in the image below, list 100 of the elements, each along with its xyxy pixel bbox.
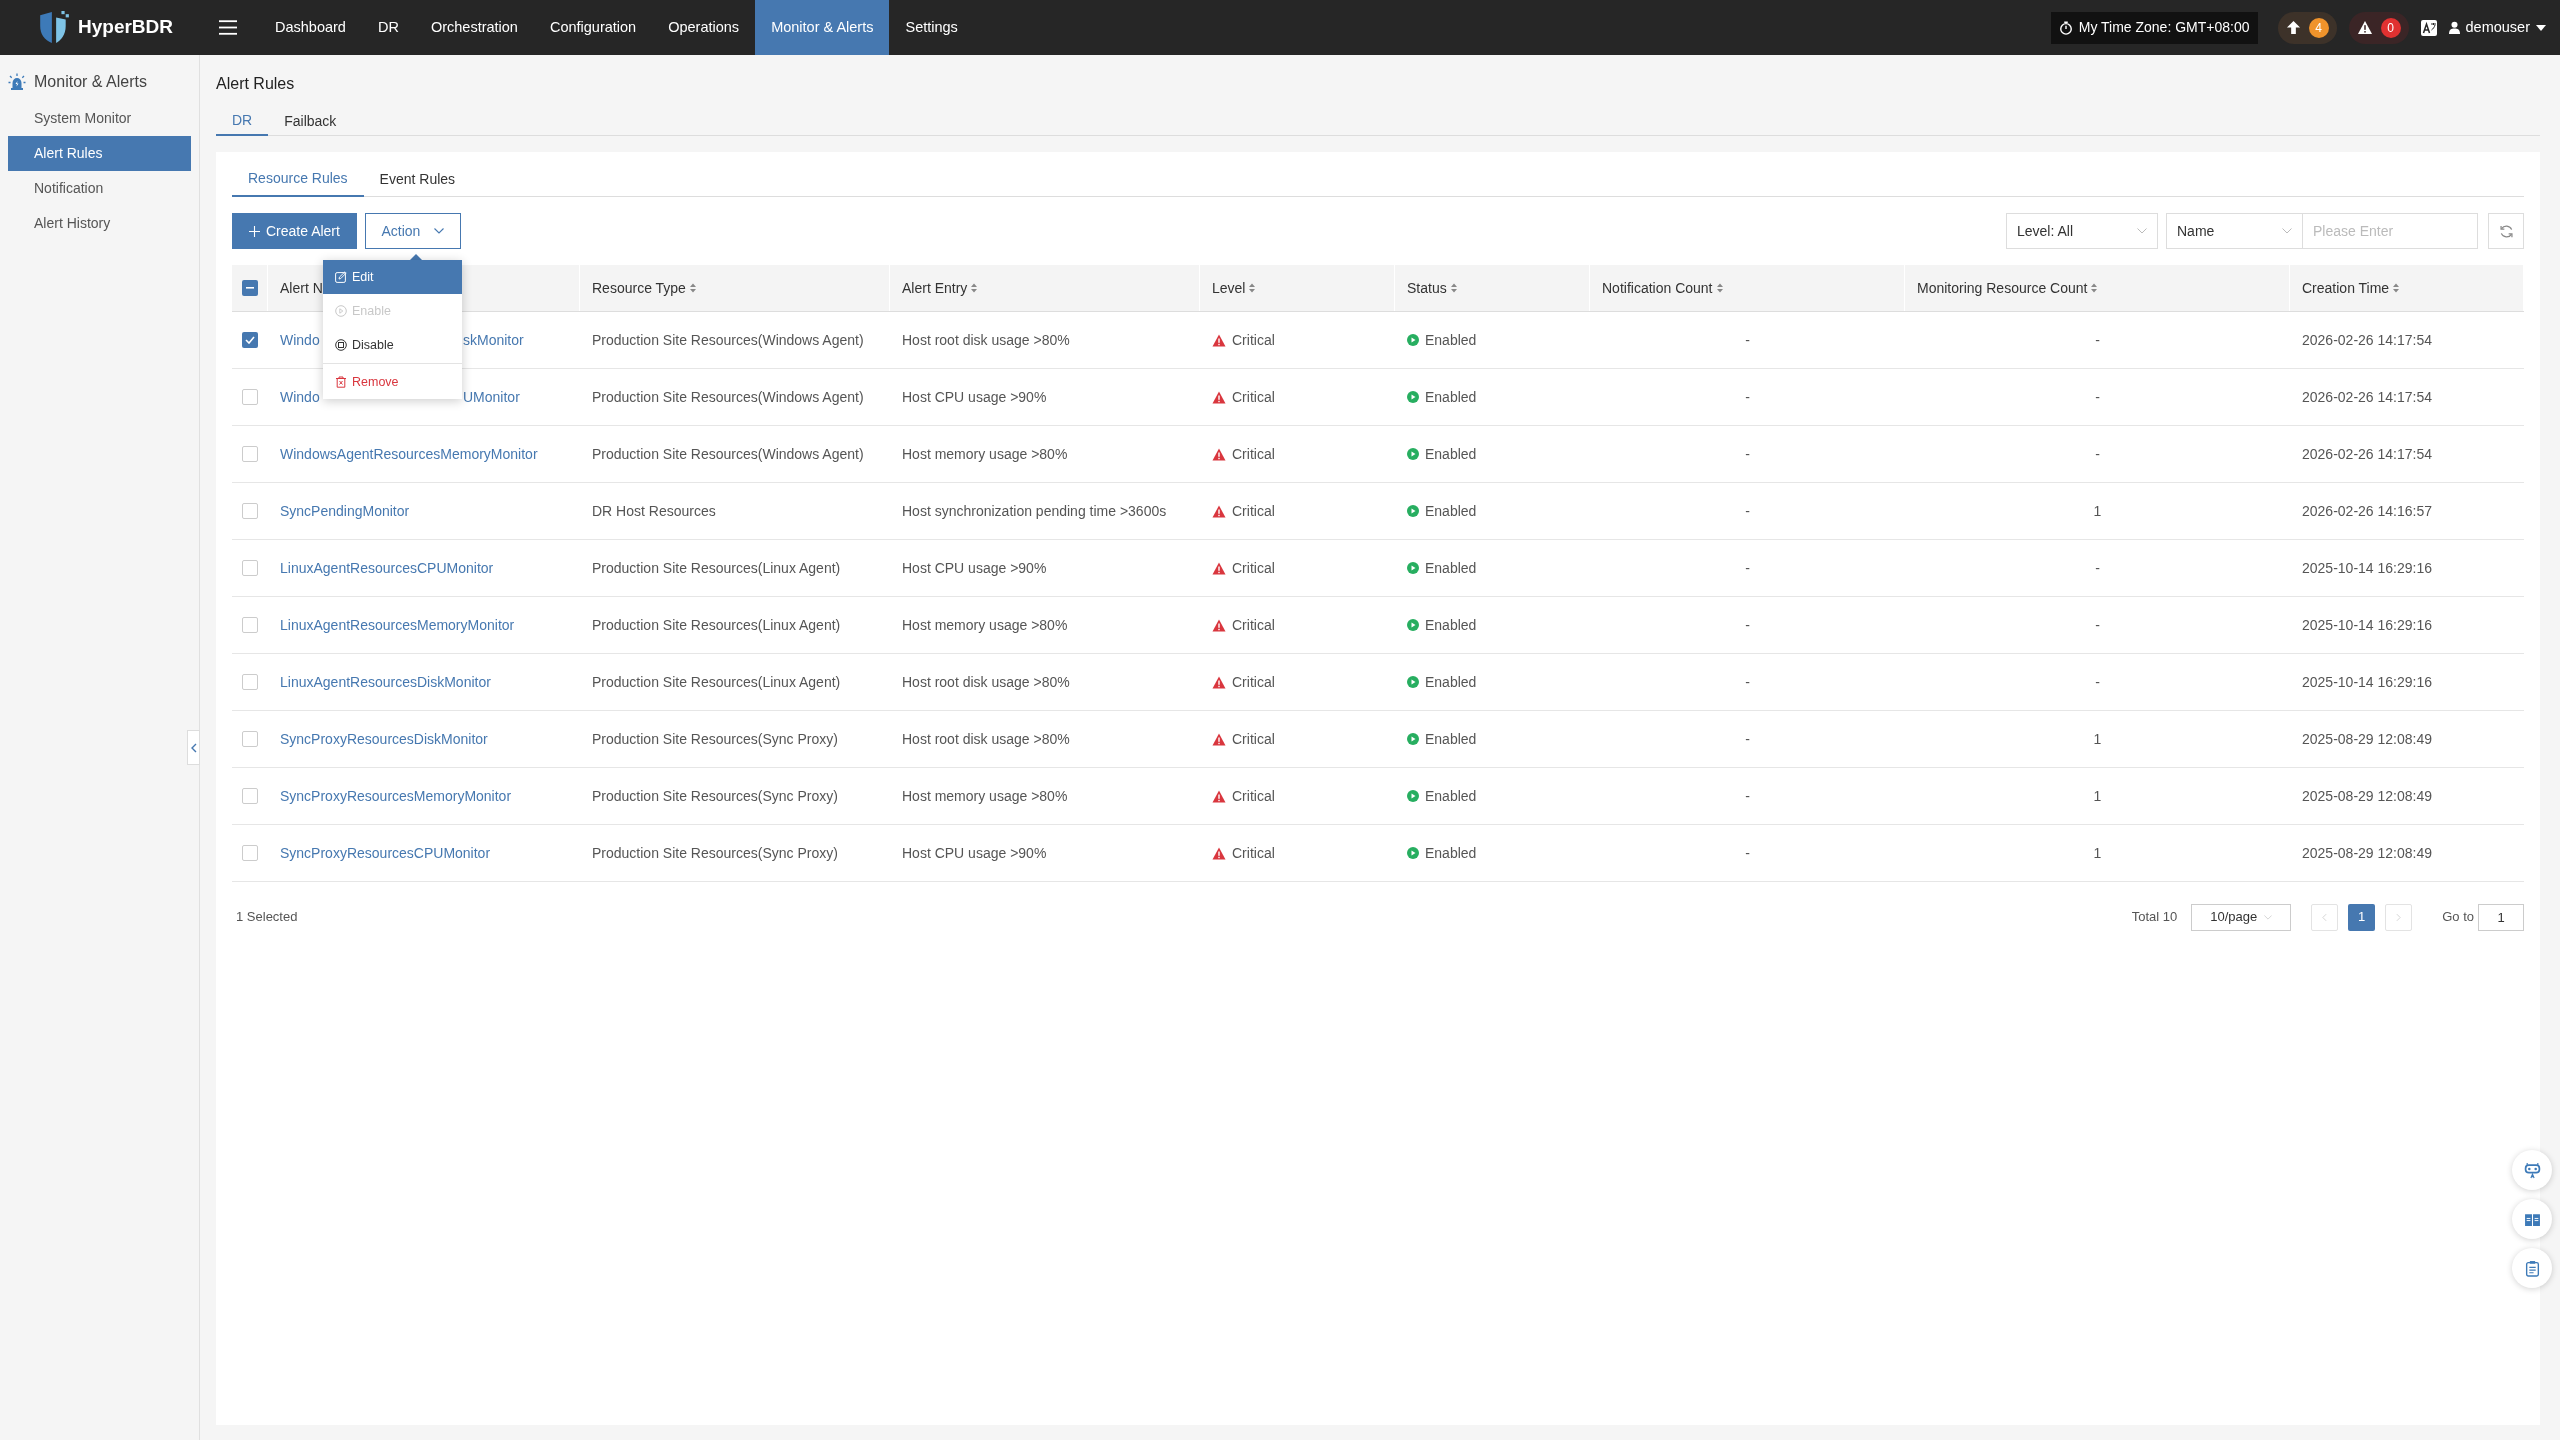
checkbox[interactable] xyxy=(242,332,258,348)
notes-button[interactable] xyxy=(2512,1248,2552,1288)
checkbox[interactable] xyxy=(242,674,258,690)
table-cell-text: 2026-02-26 14:17:54 xyxy=(2301,330,2433,350)
table-cell-text: Host CPU usage >90% xyxy=(901,843,1048,863)
tab[interactable]: DR xyxy=(216,106,269,136)
rule-name-link[interactable]: LinuxAgentResourcesCPUMonitor xyxy=(280,557,494,579)
play-status-icon xyxy=(1407,733,1419,745)
table-cell-text: 1 xyxy=(2093,729,2102,749)
language-icon[interactable] xyxy=(2420,19,2437,36)
search-field[interactable]: Please Enter xyxy=(2303,213,2478,249)
column-header[interactable]: Status xyxy=(1407,277,1447,299)
level-filter-select[interactable]: Level: All xyxy=(2006,213,2158,249)
menu-item[interactable]: Remove xyxy=(323,365,462,399)
column-header[interactable]: Level xyxy=(1212,277,1246,299)
chevron-right-icon xyxy=(2396,912,2402,922)
sidebar-item[interactable]: Notification xyxy=(8,171,191,206)
rule-name-link[interactable]: WindowsAgentResourcesMemoryMonitor xyxy=(280,443,538,465)
warning-icon xyxy=(1212,732,1226,746)
play-status-icon xyxy=(1407,562,1419,574)
table-cell-text: Host synchronization pending time >3600s xyxy=(901,501,1168,521)
menu-item[interactable]: Disable xyxy=(323,328,462,362)
checkbox[interactable] xyxy=(242,389,258,405)
sidebar-item[interactable]: Alert Rules xyxy=(8,136,191,171)
chevron-left-icon xyxy=(2322,912,2328,922)
column-header[interactable]: Notification Count xyxy=(1602,277,1713,299)
column-header[interactable]: Monitoring Resource Count xyxy=(1917,277,2088,299)
table-cell-text: Production Site Resources(Linux Agent) xyxy=(591,672,842,692)
table-cell-text: - xyxy=(1745,558,1750,578)
create-alert-button[interactable]: Create Alert xyxy=(232,213,357,249)
tab[interactable]: Resource Rules xyxy=(232,162,364,197)
page-number-field[interactable]: 1 xyxy=(2478,903,2524,931)
page-size-select[interactable]: 10/page xyxy=(2191,903,2292,931)
page-button[interactable]: 1 xyxy=(2348,903,2376,931)
user-menu[interactable]: demouser xyxy=(2448,16,2546,39)
chevron-down-icon xyxy=(2264,914,2273,920)
tab[interactable]: Event Rules xyxy=(363,162,472,197)
sidebar-item[interactable]: Alert History xyxy=(8,206,191,241)
username: demouser xyxy=(2465,17,2530,37)
siren-icon xyxy=(8,73,26,91)
checkbox[interactable] xyxy=(242,560,258,576)
field-select[interactable]: Name xyxy=(2166,213,2303,249)
refresh-button[interactable] xyxy=(2488,213,2524,249)
warning-icon xyxy=(1212,504,1226,518)
collapse-handle[interactable] xyxy=(187,730,200,765)
nav-tab[interactable]: Orchestration xyxy=(414,0,534,55)
nav-tab[interactable]: Operations xyxy=(652,0,756,55)
menu-item[interactable]: Edit xyxy=(323,260,462,294)
action-button[interactable]: Action xyxy=(364,213,461,249)
sort-icon[interactable] xyxy=(2091,283,2098,293)
table-cell-text: - xyxy=(2095,558,2100,578)
checkbox[interactable] xyxy=(242,617,258,633)
time-zone-display[interactable]: My Time Zone: GMT+08:00 xyxy=(2050,11,2258,44)
tab[interactable]: Failback xyxy=(268,106,353,136)
menu-icon[interactable] xyxy=(219,20,237,35)
assistant-button[interactable] xyxy=(2512,1150,2552,1190)
checkbox[interactable] xyxy=(242,788,258,804)
rule-name-link[interactable]: SyncProxyResourcesDiskMonitor xyxy=(280,728,488,750)
alert-status-button[interactable]: 0 xyxy=(2348,11,2409,44)
table-cell-text: Production Site Resources(Linux Agent) xyxy=(591,615,842,635)
table-cell-text: 2025-10-14 16:29:16 xyxy=(2301,615,2433,635)
sort-icon[interactable] xyxy=(1450,283,1457,293)
nav-tab[interactable]: Monitor & Alerts xyxy=(755,0,890,55)
play-status-icon xyxy=(1407,505,1419,517)
level-label: Critical xyxy=(1232,615,1275,635)
rule-name-link[interactable]: UMonitor xyxy=(463,386,520,408)
table-cell-text: 1 xyxy=(2093,786,2102,806)
column-header[interactable]: Alert Entry xyxy=(902,277,968,299)
level-label: Critical xyxy=(1232,843,1275,863)
column-header[interactable]: Alert N xyxy=(280,277,323,299)
checkbox[interactable] xyxy=(242,731,258,747)
column-header[interactable]: Creation Time xyxy=(2302,277,2390,299)
sidebar-item[interactable]: System Monitor xyxy=(8,101,191,136)
checkbox[interactable] xyxy=(242,503,258,519)
column-header[interactable]: Resource Type xyxy=(592,277,686,299)
rule-name-link[interactable]: skMonitor xyxy=(463,329,524,351)
sort-icon[interactable] xyxy=(1716,283,1723,293)
rule-name-link[interactable]: SyncPendingMonitor xyxy=(280,500,410,522)
nav-tab[interactable]: DR xyxy=(361,0,415,55)
checkbox[interactable] xyxy=(241,280,258,296)
table-cell-text: 2026-02-26 14:17:54 xyxy=(2301,444,2433,464)
rule-name-link[interactable]: SyncProxyResourcesMemoryMonitor xyxy=(280,785,512,807)
page-title: Alert Rules xyxy=(216,74,296,94)
checkbox[interactable] xyxy=(242,446,258,462)
sort-icon[interactable] xyxy=(1249,283,1256,293)
rule-name-link[interactable]: SyncProxyResourcesCPUMonitor xyxy=(280,842,491,864)
chevron-left-icon xyxy=(190,742,197,753)
nav-tab[interactable]: Dashboard xyxy=(259,0,362,55)
play-circle-icon xyxy=(335,305,347,317)
checkbox[interactable] xyxy=(242,845,258,861)
docs-button[interactable] xyxy=(2512,1199,2552,1239)
rule-name-link[interactable]: LinuxAgentResourcesDiskMonitor xyxy=(280,671,491,693)
rule-name-link[interactable]: LinuxAgentResourcesMemoryMonitor xyxy=(280,614,515,636)
sort-icon[interactable] xyxy=(689,283,696,293)
sort-icon[interactable] xyxy=(971,283,978,293)
sort-icon[interactable] xyxy=(2393,283,2400,293)
chevron-down-icon xyxy=(2137,228,2147,234)
warning-icon xyxy=(1212,618,1226,632)
nav-tab[interactable]: Configuration xyxy=(533,0,653,55)
nav-tab[interactable]: Settings xyxy=(889,0,974,55)
